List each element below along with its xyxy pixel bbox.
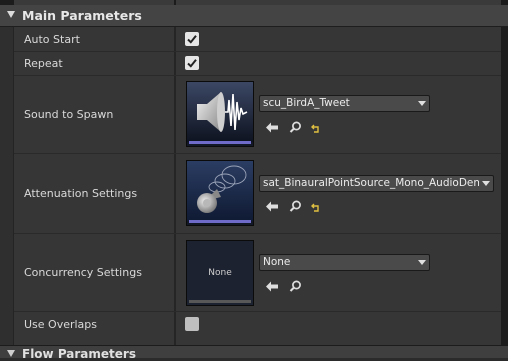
section-header-flow-parameters[interactable]: Flow Parameters — [0, 345, 508, 361]
thumbnail-none-text: None — [208, 268, 232, 278]
collapse-arrow-icon[interactable] — [7, 350, 15, 357]
use-selected-arrow-icon[interactable] — [265, 198, 279, 217]
chevron-down-icon — [418, 101, 426, 106]
row-divider — [14, 51, 501, 52]
section-title: Flow Parameters — [22, 347, 136, 361]
asset-type-bar — [189, 220, 251, 223]
checkmark-icon — [187, 35, 197, 44]
browse-magnifier-icon[interactable] — [289, 278, 302, 297]
concurrency-asset-value: None — [263, 256, 291, 268]
attenuation-asset-value: sat_BinauralPointSource_Mono_AudioDemo — [263, 177, 479, 189]
section-header-main-parameters[interactable]: Main Parameters — [0, 5, 508, 27]
sound-to-spawn-label: Sound to Spawn — [24, 108, 114, 121]
row-divider — [14, 233, 501, 234]
collapse-arrow-icon[interactable] — [7, 11, 15, 18]
use-overlaps-label: Use Overlaps — [24, 318, 98, 331]
use-selected-arrow-icon[interactable] — [265, 119, 279, 138]
reset-to-default-icon[interactable] — [311, 119, 321, 138]
attenuation-settings-label: Attenuation Settings — [24, 187, 138, 200]
reset-to-default-icon[interactable] — [311, 198, 321, 217]
chevron-down-icon — [482, 181, 490, 186]
concurrency-asset-combo[interactable]: None — [259, 254, 430, 271]
checkmark-icon — [187, 59, 197, 68]
scrollbar-track[interactable] — [501, 27, 508, 345]
concurrency-asset-thumbnail[interactable]: None — [186, 240, 254, 306]
row-divider — [14, 75, 501, 76]
auto-start-checkbox[interactable] — [185, 32, 199, 46]
auto-start-label: Auto Start — [24, 33, 80, 46]
concurrency-settings-label: Concurrency Settings — [24, 266, 142, 279]
chevron-down-icon — [418, 260, 426, 265]
sound-asset-combo[interactable]: scu_BirdA_Tweet — [259, 95, 430, 112]
row-divider — [14, 311, 501, 312]
sound-asset-thumbnail[interactable] — [186, 81, 254, 147]
attenuation-asset-thumbnail[interactable] — [186, 160, 254, 226]
row-divider — [14, 153, 501, 154]
repeat-label: Repeat — [24, 57, 63, 70]
asset-type-bar — [189, 141, 251, 144]
asset-type-bar — [189, 300, 251, 303]
sound-asset-value: scu_BirdA_Tweet — [263, 97, 350, 109]
browse-magnifier-icon[interactable] — [289, 119, 302, 138]
attenuation-asset-combo[interactable]: sat_BinauralPointSource_Mono_AudioDemo — [259, 175, 494, 192]
speaker-attenuation-cone-icon — [187, 161, 253, 221]
repeat-checkbox[interactable] — [185, 56, 199, 70]
use-overlaps-checkbox[interactable] — [185, 317, 199, 331]
browse-magnifier-icon[interactable] — [289, 198, 302, 217]
section-title: Main Parameters — [22, 8, 142, 23]
indent-gutter — [0, 27, 14, 345]
use-selected-arrow-icon[interactable] — [265, 278, 279, 297]
speaker-waveform-icon — [187, 82, 253, 142]
